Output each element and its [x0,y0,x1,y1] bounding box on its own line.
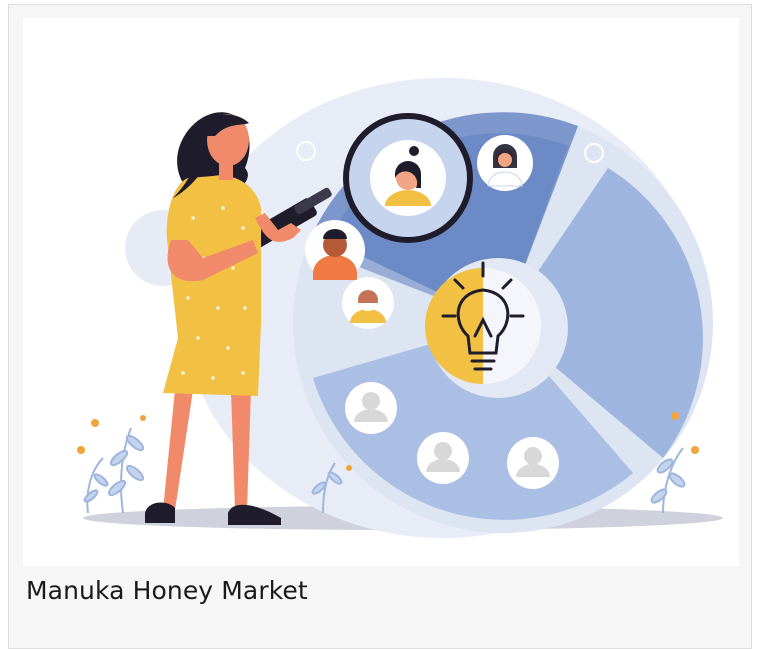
card-caption[interactable]: Manuka Honey Market [26,576,308,605]
user-avatar-1 [345,382,397,434]
profile-avatar-man-orange [305,220,365,280]
user-avatar-3 [507,437,559,489]
product-card[interactable]: Manuka Honey Market [8,4,752,649]
profile-avatar-woman-right [477,135,533,191]
user-avatar-2 [417,432,469,484]
left-shoe [145,502,175,523]
profile-avatar-man-beard [342,277,394,329]
yellow-dress [163,175,261,396]
card-image [23,18,739,566]
plant-center-dot [346,465,352,471]
market-illustration [77,78,723,538]
plant-left [83,427,145,514]
